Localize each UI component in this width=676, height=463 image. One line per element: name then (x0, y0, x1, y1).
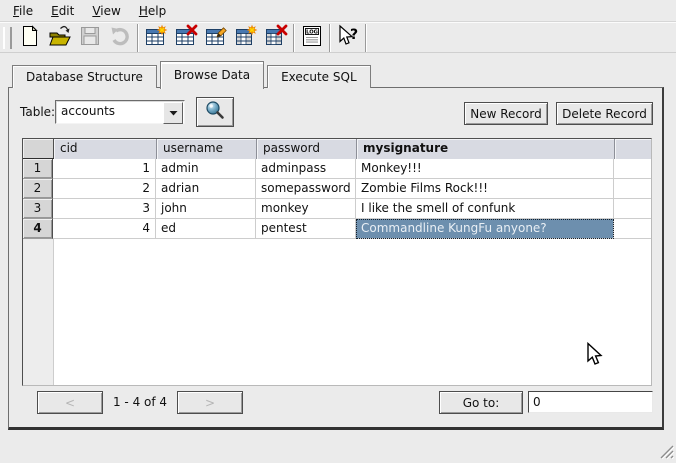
toolbar-separator (137, 24, 139, 52)
menu-help[interactable]: Help (130, 2, 175, 20)
log-icon: LOG (300, 24, 324, 51)
search-records-button[interactable] (196, 97, 234, 127)
toolbar: LOG ? (0, 22, 676, 53)
create-index-button[interactable] (231, 24, 261, 52)
column-header-cid[interactable]: cid (54, 139, 157, 159)
tab-execute-sql[interactable]: Execute SQL (267, 65, 371, 88)
previous-page-button: < (37, 391, 103, 414)
tab-database-structure[interactable]: Database Structure (12, 65, 157, 88)
goto-button[interactable]: Go to: (439, 391, 523, 414)
new-database-button[interactable] (15, 24, 45, 52)
goto-record-input[interactable] (528, 391, 653, 413)
toolbar-separator (365, 24, 367, 52)
table-row: 1 1 admin adminpass Monkey!!! (23, 159, 651, 179)
toolbar-separator (329, 24, 331, 52)
cell-cid[interactable]: 1 (53, 159, 156, 179)
save-database-button (75, 24, 105, 52)
create-index-icon (234, 24, 258, 51)
next-page-button: > (177, 391, 243, 414)
delete-index-icon (264, 24, 288, 51)
cell-mysignature[interactable]: Zombie Films Rock!!! (356, 179, 614, 199)
column-header-username[interactable]: username (157, 139, 257, 159)
row-header[interactable]: 3 (23, 199, 53, 219)
open-database-button[interactable] (45, 24, 75, 52)
tab-browse-data[interactable]: Browse Data (160, 61, 264, 89)
cell-password[interactable]: adminpass (256, 159, 356, 179)
delete-index-button[interactable] (261, 24, 291, 52)
menu-view[interactable]: View (83, 2, 129, 20)
column-header-filler (615, 139, 651, 159)
magnifier-icon (204, 100, 226, 125)
table-row: 2 2 adrian somepassword Zombie Films Roc… (23, 179, 651, 199)
cell-filler (614, 179, 651, 199)
row-header-strip (23, 239, 54, 386)
create-table-icon (144, 24, 168, 51)
log-button[interactable]: LOG (297, 24, 327, 52)
chevron-down-icon[interactable] (163, 102, 183, 124)
cell-password[interactable]: pentest (256, 219, 356, 239)
svg-text:?: ? (350, 27, 358, 43)
whats-this-icon: ? (335, 24, 361, 51)
row-header[interactable]: 4 (23, 219, 53, 239)
column-header-mysignature[interactable]: mysignature (357, 139, 615, 159)
record-range-status: 1 - 4 of 4 (104, 391, 176, 413)
open-database-icon (48, 24, 72, 51)
cell-filler (614, 219, 651, 239)
resize-grip[interactable] (658, 443, 674, 462)
cell-mysignature[interactable]: Monkey!!! (356, 159, 614, 179)
revert-changes-icon (108, 24, 132, 51)
new-record-button[interactable]: New Record (464, 102, 548, 125)
cell-cid[interactable]: 4 (53, 219, 156, 239)
table-header-row: cid username password mysignature (23, 139, 651, 159)
menu-edit[interactable]: Edit (42, 2, 83, 20)
cell-username[interactable]: ed (156, 219, 256, 239)
cell-mysignature[interactable]: I like the smell of confunk (356, 199, 614, 219)
cell-username[interactable]: admin (156, 159, 256, 179)
tab-bar: Database Structure Browse Data Execute S… (12, 60, 374, 88)
cell-filler (614, 199, 651, 219)
corner-header-cell (23, 139, 54, 158)
cell-username[interactable]: john (156, 199, 256, 219)
cell-password[interactable]: somepassword (256, 179, 356, 199)
delete-record-button[interactable]: Delete Record (556, 102, 653, 125)
cell-filler (614, 159, 651, 179)
table-empty-area (23, 239, 651, 386)
save-database-icon (78, 24, 102, 51)
svg-text:LOG: LOG (306, 29, 318, 35)
whats-this-button[interactable]: ? (333, 24, 363, 52)
delete-table-button[interactable] (171, 24, 201, 52)
table-select-dropdown[interactable]: accounts (55, 100, 185, 124)
menu-bar: File Edit View Help (0, 0, 676, 22)
mouse-cursor-icon (586, 342, 604, 371)
toolbar-separator (293, 24, 295, 52)
row-header[interactable]: 2 (23, 179, 53, 199)
create-table-button[interactable] (141, 24, 171, 52)
cell-username[interactable]: adrian (156, 179, 256, 199)
records-table: cid username password mysignature 1 1 ad… (22, 138, 652, 386)
delete-table-icon (174, 24, 198, 51)
modify-table-icon (204, 24, 228, 51)
modify-table-button[interactable] (201, 24, 231, 52)
cell-cid[interactable]: 3 (53, 199, 156, 219)
menu-file[interactable]: File (4, 2, 42, 20)
row-header[interactable]: 1 (23, 159, 53, 179)
table-row: 4 4 ed pentest Commandline KungFu anyone… (23, 219, 651, 239)
cell-password[interactable]: monkey (256, 199, 356, 219)
new-database-icon (18, 24, 42, 51)
cell-cid[interactable]: 2 (53, 179, 156, 199)
revert-changes-button (105, 24, 135, 52)
toolbar-handle[interactable] (3, 27, 12, 49)
table-row: 3 3 john monkey I like the smell of conf… (23, 199, 651, 219)
table-select-value: accounts (61, 104, 115, 118)
cell-mysignature-selected[interactable]: Commandline KungFu anyone? (356, 219, 614, 239)
table-select-label: Table: (20, 105, 55, 119)
column-header-password[interactable]: password (257, 139, 357, 159)
